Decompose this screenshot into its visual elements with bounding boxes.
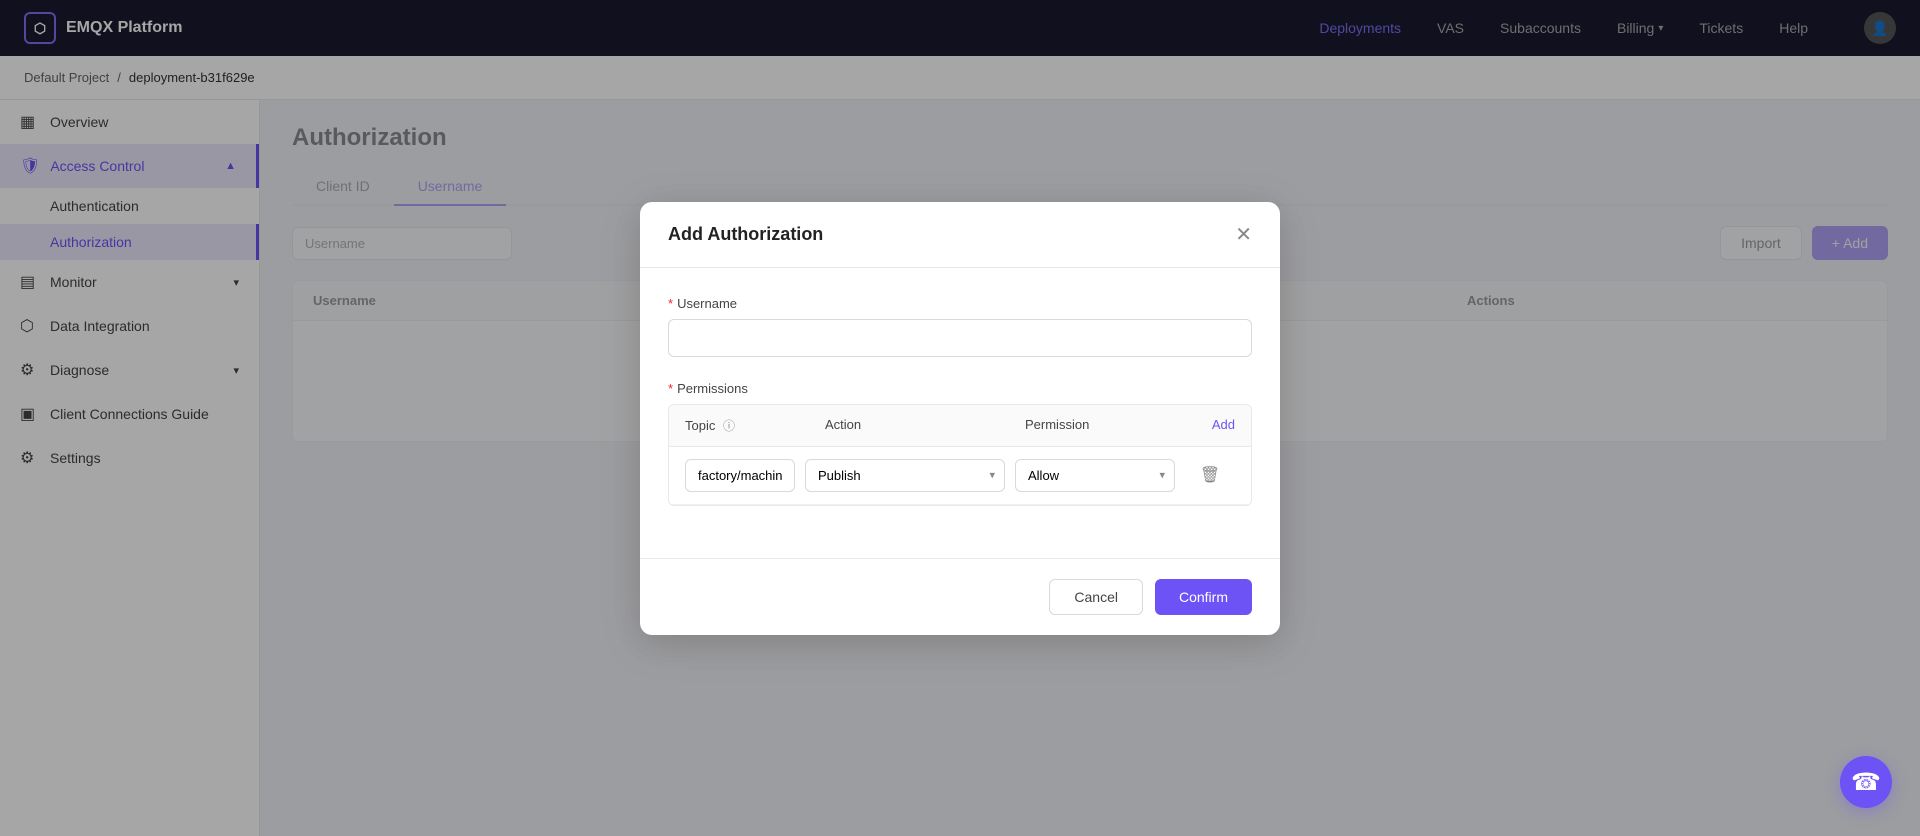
confirm-button[interactable]: Confirm	[1155, 579, 1252, 615]
permissions-table: Topic ⓘ Action Permission Add	[668, 404, 1252, 506]
permissions-form-group: * Permissions Topic ⓘ Action Permission …	[668, 381, 1252, 506]
username-input[interactable]	[668, 319, 1252, 357]
perm-topic-cell	[685, 459, 795, 492]
fab-icon: ☎	[1851, 768, 1881, 797]
perm-add-link[interactable]: Add	[1185, 417, 1235, 434]
perm-permission-select[interactable]: Allow Deny	[1015, 459, 1175, 492]
perm-col-permission: Permission	[1025, 417, 1185, 434]
username-form-group: * Username	[668, 296, 1252, 357]
modal-header: Add Authorization ✕	[640, 202, 1280, 268]
permissions-table-header: Topic ⓘ Action Permission Add	[669, 405, 1251, 447]
username-label: * Username	[668, 296, 1252, 311]
perm-delete-button[interactable]: 🗑	[1185, 465, 1235, 485]
perm-permission-cell: Allow Deny	[1015, 459, 1175, 492]
username-required-mark: *	[668, 296, 673, 311]
permission-row: Publish Subscribe Publish and Subscribe …	[669, 447, 1251, 505]
fab-button[interactable]: ☎	[1840, 756, 1892, 808]
perm-action-select[interactable]: Publish Subscribe Publish and Subscribe	[805, 459, 1005, 492]
perm-topic-input[interactable]	[685, 459, 795, 492]
modal-close-button[interactable]: ✕	[1235, 222, 1252, 247]
modal-footer: Cancel Confirm	[640, 558, 1280, 635]
modal-title: Add Authorization	[668, 224, 823, 245]
cancel-button[interactable]: Cancel	[1049, 579, 1143, 615]
permissions-label: * Permissions	[668, 381, 1252, 396]
add-authorization-modal: Add Authorization ✕ * Username * Permiss…	[640, 202, 1280, 635]
perm-action-cell: Publish Subscribe Publish and Subscribe	[805, 459, 1005, 492]
perm-col-action: Action	[825, 417, 1025, 434]
modal-overlay[interactable]: Add Authorization ✕ * Username * Permiss…	[0, 0, 1920, 836]
modal-body: * Username * Permissions Topic ⓘ	[640, 268, 1280, 558]
topic-help-icon: ⓘ	[723, 419, 735, 433]
permissions-required-mark: *	[668, 381, 673, 396]
perm-col-topic: Topic ⓘ	[685, 417, 825, 434]
